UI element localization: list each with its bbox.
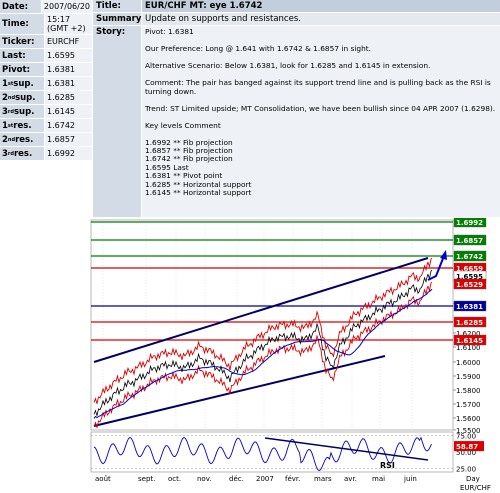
month-label: mai [372, 475, 385, 483]
ticker-value: EURCHF [44, 35, 92, 48]
price-tick-label: 1.6000 [456, 359, 481, 367]
story-pivot: Pivot: 1.6381 [145, 27, 194, 36]
story-label: Story: [93, 26, 141, 38]
support-2-value: 1.6285 [44, 91, 92, 104]
date-value: 2007/06/20 [40, 0, 92, 13]
level-label-text: 1.6285 [456, 319, 483, 327]
level-label: 1.6992 [453, 216, 487, 228]
resistance-2-label: 2nd res. [0, 133, 44, 146]
story-alternative: Alternative Scenario: Below 1.6381, look… [145, 60, 431, 70]
symbol-label: EUR/CHF [460, 484, 491, 492]
month-label: juin [403, 475, 417, 483]
month-label: mars [314, 475, 332, 483]
level-label-text: 1.6529 [456, 281, 483, 289]
support-1-value: 1.6381 [44, 77, 92, 90]
story-trend: Trend: ST Limited upside; MT Consolidati… [145, 103, 496, 113]
resistance-2-value: 1.6857 [44, 133, 92, 146]
level-labels: 1.69921.68571.67421.66591.65951.65291.63… [453, 216, 487, 346]
last-value: 1.6595 [44, 49, 92, 62]
resistance-3-label: 3rd res. [0, 147, 44, 160]
level-label-text: 1.6992 [456, 219, 483, 227]
level-label: 1.6857 [453, 234, 487, 246]
time-value: 15:17 [47, 15, 71, 24]
support-2-label: 2nd sup. [0, 91, 44, 104]
price-tick-label: 1.5800 [456, 387, 481, 395]
key-levels-header: Key levels Comment [145, 120, 221, 130]
month-label: sept. [138, 475, 155, 483]
level-label: 1.6529 [453, 278, 487, 290]
month-label: févr. [285, 475, 300, 483]
key-levels-list: 1.6992 ** Fib projection 1.6857 ** Fib p… [145, 138, 497, 198]
level-label: 1.6285 [453, 316, 487, 328]
time-row: Time: 15:17 (GMT +2) [0, 14, 92, 34]
story-comment: Comment: The pair has banged against its… [145, 77, 491, 96]
rsi-axis: 75.0050.0025.0058.87 [454, 432, 484, 474]
resistance-3-row: 3rd res. 1.6992 [0, 147, 92, 160]
level-label-text: 1.6742 [456, 253, 483, 261]
key-level-item: 1.6742 ** Fib projection [145, 154, 233, 164]
price-tick-label: 1.6100 [456, 344, 481, 352]
key-level-item: 1.6145 ** Horizontal support [145, 187, 252, 197]
price-tick-label: 1.5900 [456, 373, 481, 381]
title-label: Title: [93, 0, 141, 12]
level-label-text: 1.6145 [456, 337, 483, 345]
month-label: 2007 [256, 475, 274, 483]
time-label: Time: [0, 14, 44, 34]
support-3-row: 3rd sup. 1.6145 [0, 105, 92, 118]
support-2-row: 2nd sup. 1.6285 [0, 91, 92, 104]
support-1-label: 1st sup. [0, 77, 44, 90]
resistance-1-label: 1st res. [0, 119, 44, 132]
resistance-1-row: 1st res. 1.6742 [0, 119, 92, 132]
resistance-3-value: 1.6992 [44, 147, 92, 160]
pivot-row: Pivot: 1.6381 [0, 63, 92, 76]
rsi-current-label: 58.87 [454, 441, 484, 452]
date-label: Date: [0, 0, 41, 13]
level-label: 1.6145 [453, 334, 487, 346]
last-label: Last: [0, 49, 44, 62]
chart-canvas: 1.64001.62001.61001.60001.59001.58001.57… [90, 216, 491, 492]
month-label: avr. [344, 475, 357, 483]
last-row: Last: 1.6595 [0, 49, 92, 62]
story-body: Pivot: 1.6381 Our Preference: Long @ 1.6… [142, 26, 500, 217]
time-zone: (GMT +2) [47, 24, 86, 33]
resistance-2-row: 2nd res. 1.6857 [0, 133, 92, 146]
resistance-1-value: 1.6742 [44, 119, 92, 132]
rsi-current-text: 58.87 [456, 443, 478, 451]
report-title: EUR/CHF MT: eye 1.6742 [142, 0, 500, 12]
month-label: août [95, 475, 111, 483]
ticker-row: Ticker: EURCHF [0, 35, 92, 48]
story-preference: Our Preference: Long @ 1.641 with 1.6742… [145, 43, 371, 53]
support-3-label: 3rd sup. [0, 105, 44, 118]
rsi-tick-label: 75.00 [456, 432, 476, 440]
level-label-text: 1.6381 [456, 303, 483, 311]
support-1-row: 1st sup. 1.6381 [0, 77, 92, 90]
month-label: oct. [168, 475, 181, 483]
level-label-text: 1.6857 [456, 237, 483, 245]
rsi-panel [90, 431, 454, 473]
price-tick-label: 1.5600 [456, 415, 481, 423]
month-label: déc. [229, 475, 244, 483]
pivot-label: Pivot: [0, 63, 44, 76]
date-row: Date: 2007/06/20 [0, 0, 92, 13]
rsi-tick-label: 25.00 [456, 466, 476, 474]
timeframe-label: Day [466, 475, 480, 483]
pivot-value: 1.6381 [44, 63, 92, 76]
summary-label: Summary: [93, 13, 145, 25]
support-3-value: 1.6145 [44, 105, 92, 118]
time-axis: août sept. oct. nov. déc. 2007 févr. mars avr. ma… [95, 475, 491, 492]
price-tick-label: 1.5700 [456, 401, 481, 409]
level-label: 1.6742 [453, 250, 487, 262]
instrument-info-panel: Date: 2007/06/20 Time: 15:17 (GMT +2) Ti… [0, 0, 92, 160]
price-chart: 1.64001.62001.61001.60001.59001.58001.57… [0, 216, 500, 493]
ticker-label: Ticker: [0, 35, 44, 48]
summary-text: Update on supports and resistances. [142, 13, 500, 25]
level-label: 1.6381 [453, 300, 487, 312]
month-label: nov. [197, 475, 212, 483]
rsi-label: RSI [380, 461, 395, 470]
